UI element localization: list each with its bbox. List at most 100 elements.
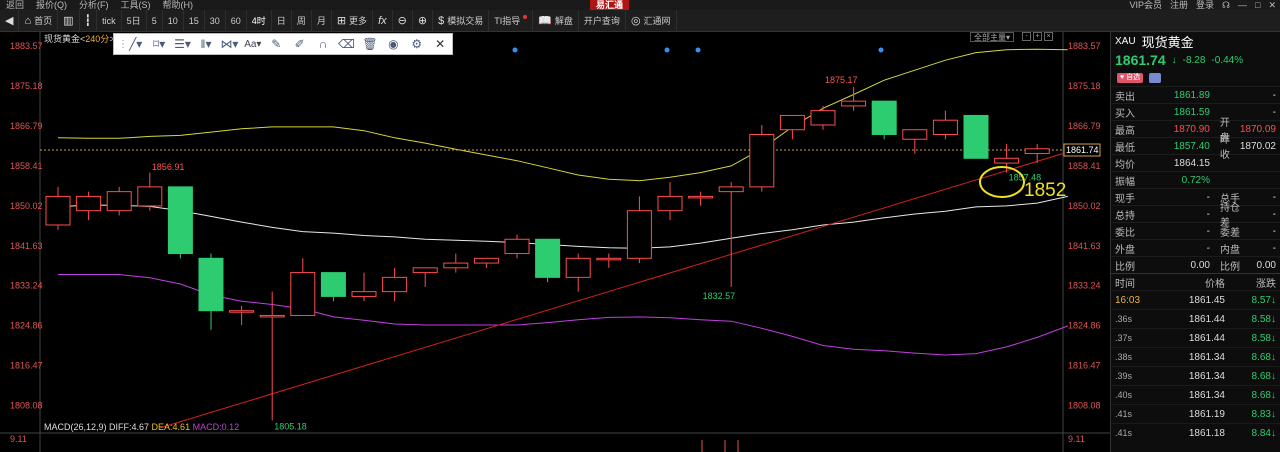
candle-body-up[interactable] — [382, 276, 408, 293]
eye-icon[interactable]: ◉ — [382, 34, 405, 54]
period-week[interactable]: 周 — [292, 9, 312, 32]
maximize-icon[interactable]: □ — [1255, 0, 1260, 10]
kline-chart[interactable]: 1883.57 1883.57 1875.18 1875.18 1866.79 1866.… — [0, 32, 1110, 452]
pen-icon[interactable]: ✎ — [265, 34, 288, 54]
candle-body-up[interactable] — [596, 257, 622, 261]
magnet-icon[interactable]: ∩ — [311, 34, 334, 54]
menu-quote[interactable]: 报价(Q) — [30, 0, 73, 10]
event-marker-icon[interactable] — [664, 47, 670, 53]
review-button[interactable]: 📖 解盘 — [533, 9, 579, 32]
home-button[interactable]: ⌂ 首页 — [19, 9, 59, 32]
back-button[interactable]: ◀ — [0, 9, 20, 32]
period-30[interactable]: 30 — [205, 9, 226, 32]
candle-body-up[interactable] — [718, 186, 744, 193]
candle-body-up[interactable] — [1024, 148, 1050, 155]
bar-chart-button[interactable]: ▥ — [58, 9, 80, 32]
register-link[interactable]: 注册 — [1170, 0, 1188, 10]
y-tick-label-right: 1841.63 — [1068, 241, 1101, 251]
candle-body-up[interactable] — [749, 133, 775, 188]
bell-icon[interactable] — [1149, 73, 1162, 83]
period-5[interactable]: 5 — [147, 9, 163, 32]
line-tool-icon[interactable]: ╱▾ — [124, 34, 147, 54]
candle-body-down[interactable] — [871, 100, 897, 135]
pattern-tool-icon[interactable]: ⋈▾ — [218, 34, 241, 54]
candle-body-up[interactable] — [76, 195, 102, 212]
chart-area[interactable]: 1883.57 1883.57 1875.18 1875.18 1866.79 1866.… — [0, 32, 1110, 452]
annotation-label[interactable]: 1852 — [1024, 180, 1066, 201]
chart-close-icon[interactable]: × — [1044, 32, 1053, 41]
more-label: 更多 — [349, 15, 368, 26]
candle-body-up[interactable] — [810, 110, 836, 126]
eraser-icon[interactable]: ⌫ — [335, 34, 358, 54]
brush-icon[interactable]: ✐ — [288, 34, 311, 54]
candle-body-up[interactable] — [137, 186, 163, 207]
text-tool-icon[interactable]: Aa▾ — [241, 34, 264, 54]
main-frame-select[interactable]: 全部主量▾ — [970, 32, 1015, 42]
candle-body-up[interactable] — [657, 195, 683, 212]
huitong-button[interactable]: ◎ 汇通网 — [626, 9, 677, 32]
menu-analysis[interactable]: 分析(F) — [73, 0, 115, 10]
login-link[interactable]: 登录 — [1196, 0, 1214, 10]
headset-icon[interactable]: ☊ — [1222, 0, 1230, 10]
candle-body-up[interactable] — [229, 310, 255, 313]
candle-body-up[interactable] — [412, 267, 438, 274]
more-button[interactable]: ⊞ 更多 — [332, 9, 374, 32]
candle-body-down[interactable] — [320, 272, 346, 297]
event-marker-icon[interactable] — [695, 47, 701, 53]
candle-body-up[interactable] — [841, 100, 867, 107]
period-15[interactable]: 15 — [184, 9, 205, 32]
home-label: 首页 — [34, 15, 53, 26]
period-day[interactable]: 日 — [272, 9, 292, 32]
menu-tools[interactable]: 工具(S) — [115, 0, 157, 10]
candle-body-up[interactable] — [626, 210, 652, 259]
fibonacci-tool-icon[interactable]: ‖▾ — [194, 34, 217, 54]
sim-trade-button[interactable]: $ 模拟交易 — [433, 9, 490, 32]
close-drawbar-icon[interactable]: ✕ — [428, 34, 451, 54]
event-marker-icon[interactable] — [878, 47, 884, 53]
chart-minus-icon[interactable]: - — [1022, 32, 1031, 41]
period-tick[interactable]: tick — [97, 9, 122, 32]
candle-body-down[interactable] — [963, 114, 989, 159]
candle-body-up[interactable] — [565, 257, 591, 278]
gear-icon[interactable]: ⚙ — [405, 34, 428, 54]
candle-body-up[interactable] — [688, 195, 714, 199]
trash-icon[interactable]: 🗑 — [358, 34, 381, 54]
candle-body-down[interactable] — [535, 238, 561, 278]
close-icon[interactable]: ✕ — [1268, 0, 1276, 10]
candle-body-down[interactable] — [167, 186, 193, 255]
period-60[interactable]: 60 — [226, 9, 247, 32]
chart-plus-icon[interactable]: + — [1033, 32, 1042, 41]
open-account-button[interactable]: 开户查询 — [579, 9, 626, 32]
candle-body-down[interactable] — [198, 257, 224, 312]
trade-list[interactable]: 16:03 1861.45 8.57↓ .36s 1861.44 8.58↓ .37s 186… — [1111, 290, 1280, 442]
minimize-icon[interactable]: — — [1238, 0, 1247, 10]
rect-tool-icon[interactable]: ⌑▾ — [147, 34, 170, 54]
ti-guide-button[interactable]: TI指导 — [489, 9, 534, 32]
period-5day[interactable]: 5日 — [122, 9, 147, 32]
candle-button[interactable]: ┇ — [80, 9, 98, 32]
candle-body-up[interactable] — [106, 191, 132, 212]
formula-button[interactable]: fx — [373, 9, 393, 32]
channel-tool-icon[interactable]: ☰▾ — [171, 34, 194, 54]
candle-body-up[interactable] — [473, 257, 499, 264]
zoom-in-button[interactable]: ⊕ — [413, 9, 434, 32]
candle-body-up[interactable] — [45, 195, 71, 226]
candle-body-up[interactable] — [504, 238, 530, 255]
period-month[interactable]: 月 — [312, 9, 332, 32]
menu-help[interactable]: 帮助(H) — [157, 0, 200, 10]
menu-back[interactable]: 返回 — [0, 0, 30, 10]
event-marker-icon[interactable] — [512, 47, 518, 53]
vip-link[interactable]: VIP会员 — [1129, 0, 1162, 10]
candle-body-up[interactable] — [443, 262, 469, 269]
candle-body-up[interactable] — [902, 129, 928, 140]
zoom-out-button[interactable]: ⊖ — [393, 9, 413, 32]
candle-body-up[interactable] — [932, 119, 958, 135]
candle-body-up[interactable] — [994, 157, 1020, 164]
period-10[interactable]: 10 — [163, 9, 184, 32]
period-4h[interactable]: 4时 — [247, 9, 272, 32]
candle-body-up[interactable] — [779, 114, 805, 131]
candle-body-up[interactable] — [259, 314, 285, 318]
candle-body-up[interactable] — [351, 291, 377, 297]
candle-body-up[interactable] — [290, 272, 316, 316]
favorite-button[interactable]: ♥ 自选 — [1117, 73, 1144, 83]
